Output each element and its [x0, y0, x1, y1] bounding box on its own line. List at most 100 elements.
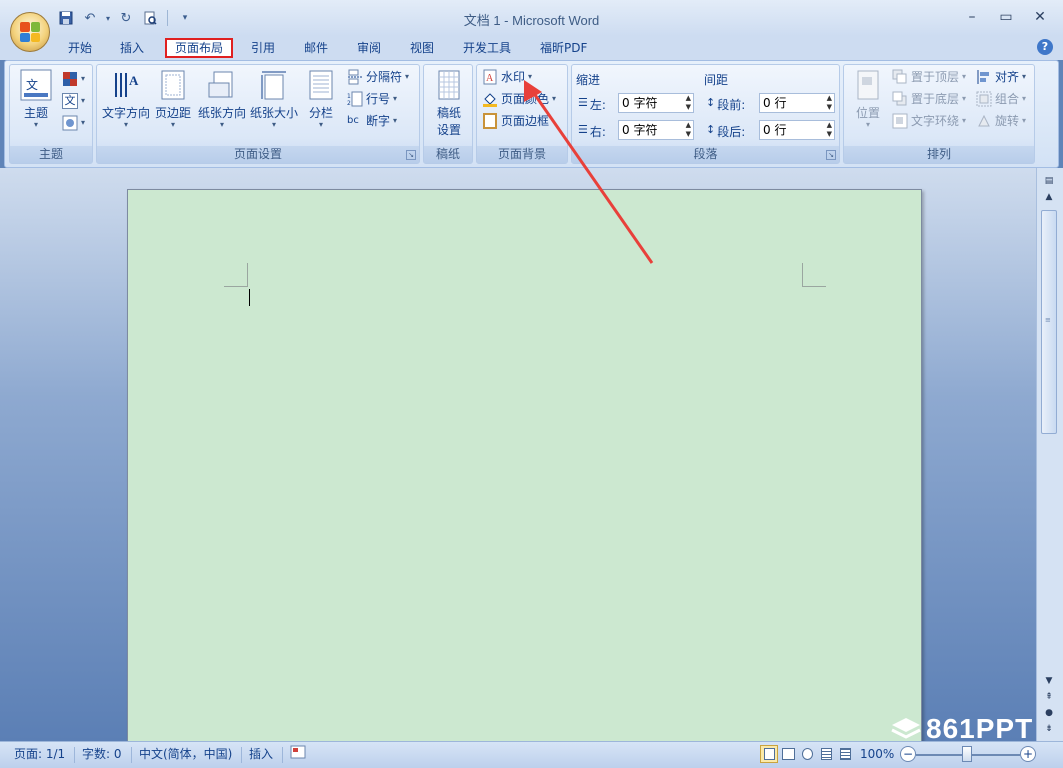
- zoom-in-icon[interactable]: +: [1020, 746, 1036, 762]
- send-to-back-button[interactable]: 置于底层 ▾: [892, 89, 966, 109]
- scroll-up-icon[interactable]: ▲: [1041, 190, 1057, 204]
- zoom-out-icon[interactable]: −: [900, 746, 916, 762]
- theme-effects-button[interactable]: ▾: [62, 113, 85, 133]
- space-after-label: 段后:: [717, 125, 746, 139]
- indent-left-input[interactable]: 0 字符 ▲ ▼: [618, 93, 694, 113]
- margins-button[interactable]: 页边距 ▾: [153, 69, 193, 129]
- text-direction-button[interactable]: A 文字方向 ▾: [101, 69, 151, 129]
- insert-mode-status[interactable]: 插入: [249, 745, 273, 763]
- breaks-icon: [347, 69, 363, 85]
- theme-effects-icon: [62, 115, 78, 131]
- ruler-toggle-icon[interactable]: ▤: [1041, 174, 1057, 188]
- maximize-icon[interactable]: ▭: [989, 6, 1023, 28]
- print-layout-view-icon[interactable]: [760, 745, 778, 763]
- size-button[interactable]: 纸张大小 ▾: [249, 69, 299, 129]
- tab-references[interactable]: 引用: [243, 38, 283, 60]
- full-screen-reading-view-icon[interactable]: [779, 745, 797, 763]
- indent-right-value: 0 字符: [622, 123, 658, 137]
- close-icon[interactable]: ✕: [1023, 6, 1057, 28]
- group-label-themes: 主题: [10, 146, 92, 163]
- spinner-icon[interactable]: ▲ ▼: [827, 94, 832, 112]
- group-paragraph: 缩进 间距 ☰ 左: 0 字符 ▲ ▼ ☰ 右: 0 字符 ▲ ▼ ↕ 段前: 0 …: [571, 64, 840, 164]
- page-color-label: 页面颜色: [501, 92, 550, 106]
- bring-to-front-button[interactable]: 置于顶层 ▾: [892, 67, 966, 87]
- scrollbar-thumb[interactable]: ≡: [1041, 210, 1057, 434]
- title-bar: ↶ ▾ ↻ ▾ 文档 1 - Microsoft Word – ▭ ✕: [0, 0, 1063, 36]
- minimize-icon[interactable]: –: [955, 6, 989, 28]
- language-status[interactable]: 中文(简体，中国): [139, 745, 232, 763]
- manuscript-icon: [433, 69, 465, 101]
- tab-insert[interactable]: 插入: [112, 38, 152, 60]
- indent-right-label: 右:: [589, 125, 606, 139]
- text-wrap-button[interactable]: 文字环绕 ▾: [892, 111, 966, 131]
- hyphenation-button[interactable]: bc 断字 ▾: [347, 111, 397, 131]
- group-label-page-setup: 页面设置: [97, 146, 419, 163]
- word-count-status[interactable]: 字数: 0: [82, 745, 122, 763]
- theme-fonts-button[interactable]: 文 ▾: [62, 91, 85, 111]
- browse-object-icon[interactable]: ●: [1041, 706, 1057, 720]
- columns-button[interactable]: 分栏 ▾: [303, 69, 339, 129]
- status-separator: [74, 747, 75, 763]
- page-color-button[interactable]: 页面颜色 ▾: [482, 89, 556, 109]
- zoom-level[interactable]: 100%: [860, 745, 894, 763]
- tab-developer[interactable]: 开发工具: [455, 38, 519, 60]
- space-before-input[interactable]: 0 行 ▲ ▼: [759, 93, 835, 113]
- tab-view[interactable]: 视图: [402, 38, 442, 60]
- rotate-button[interactable]: 旋转 ▾: [976, 111, 1026, 131]
- next-page-icon[interactable]: ⇟: [1041, 722, 1057, 736]
- manuscript-label-line1: 稿纸: [436, 106, 461, 120]
- send-back-label: 置于底层: [911, 92, 960, 106]
- themes-label: 主题: [23, 106, 48, 120]
- watermark-button[interactable]: A 水印 ▾: [482, 67, 532, 87]
- tab-mailings[interactable]: 邮件: [296, 38, 336, 60]
- line-numbers-button[interactable]: 1 2 行号 ▾: [347, 89, 397, 109]
- breaks-button[interactable]: 分隔符 ▾: [347, 67, 409, 87]
- themes-icon: 文: [20, 69, 52, 101]
- paragraph-launcher-icon[interactable]: ↘: [826, 150, 836, 160]
- align-button[interactable]: 对齐 ▾: [976, 67, 1026, 87]
- spinner-icon[interactable]: ▲ ▼: [686, 121, 691, 139]
- position-button[interactable]: 位置 ▾: [850, 69, 886, 129]
- space-after-row: ↕ 段后:: [706, 123, 745, 140]
- spinner-icon[interactable]: ▲ ▼: [686, 94, 691, 112]
- tab-review[interactable]: 审阅: [349, 38, 389, 60]
- zoom-slider-thumb[interactable]: [962, 746, 972, 762]
- macro-record-icon[interactable]: [290, 745, 306, 763]
- space-after-input[interactable]: 0 行 ▲ ▼: [759, 120, 835, 140]
- page-count-status[interactable]: 页面: 1/1: [14, 745, 65, 763]
- indent-right-input[interactable]: 0 字符 ▲ ▼: [618, 120, 694, 140]
- svg-text:文: 文: [26, 77, 38, 92]
- page-setup-launcher-icon[interactable]: ↘: [406, 150, 416, 160]
- document-area[interactable]: [0, 168, 1036, 749]
- orientation-button[interactable]: 纸张方向 ▾: [197, 69, 247, 129]
- web-layout-view-icon[interactable]: [798, 745, 816, 763]
- vertical-scrollbar[interactable]: ▤ ▲ ≡ ▼ ⇞ ● ⇟: [1036, 168, 1063, 741]
- position-label: 位置: [855, 106, 880, 120]
- window-controls: – ▭ ✕: [955, 6, 1057, 28]
- draft-view-icon[interactable]: [836, 745, 854, 763]
- tab-foxit-pdf[interactable]: 福昕PDF: [532, 38, 595, 60]
- manuscript-settings-button[interactable]: 稿纸 设置: [429, 69, 469, 138]
- spinner-icon[interactable]: ▲ ▼: [827, 121, 832, 139]
- outline-view-icon[interactable]: [817, 745, 835, 763]
- indent-left-label: 左:: [589, 98, 606, 112]
- document-page[interactable]: [127, 189, 922, 749]
- scroll-down-icon[interactable]: ▼: [1041, 674, 1057, 688]
- margins-label: 页边距: [154, 106, 191, 120]
- status-separator: [241, 747, 242, 763]
- spacing-title: 间距: [704, 73, 729, 87]
- group-objects-button[interactable]: 组合 ▾: [976, 89, 1026, 109]
- theme-colors-button[interactable]: ▾: [62, 69, 85, 89]
- group-page-setup: A 文字方向 ▾ 页边距 ▾ 纸张方向 ▾ 纸张大小 ▾ 分栏 ▾ 分隔符 ▾ 1: [96, 64, 420, 164]
- tab-page-layout[interactable]: 页面布局: [165, 38, 234, 58]
- help-icon[interactable]: ?: [1037, 39, 1053, 55]
- paint-bucket-icon: [482, 91, 498, 107]
- themes-button[interactable]: 文 主题 ▾: [16, 69, 56, 129]
- site-watermark-logo: 861PPT: [890, 713, 1033, 744]
- previous-page-icon[interactable]: ⇞: [1041, 690, 1057, 704]
- space-after-value: 0 行: [763, 123, 787, 137]
- page-borders-button[interactable]: 页面边框: [482, 111, 549, 131]
- tab-home[interactable]: 开始: [60, 38, 100, 60]
- chevron-down-icon: ▾: [33, 120, 38, 129]
- office-button[interactable]: [10, 12, 50, 52]
